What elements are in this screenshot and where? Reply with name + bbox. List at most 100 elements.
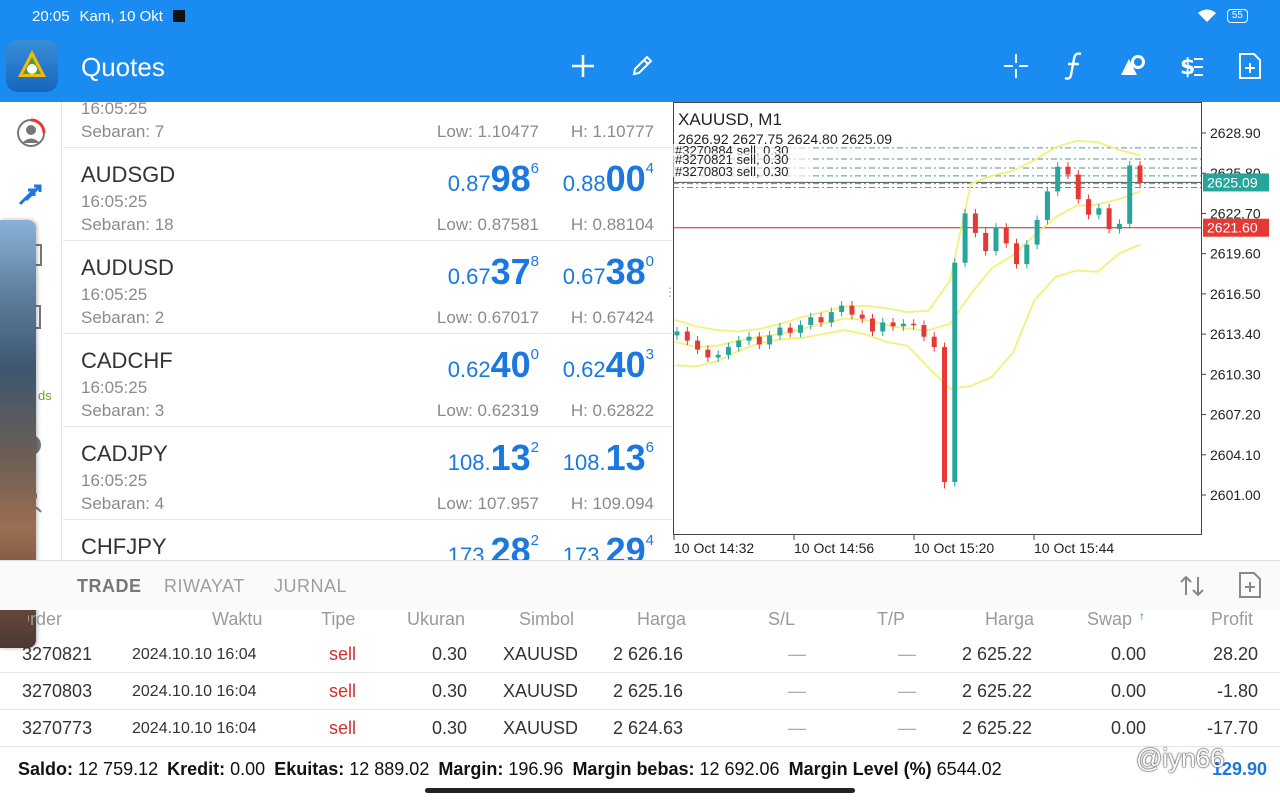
nav-account[interactable] [14,116,48,150]
margin-value: 196.96 [508,759,564,779]
candle-body [808,317,814,326]
ekuitas-label: Ekuitas: [274,759,345,779]
bid-price[interactable]: 108.132 [448,437,539,479]
add-symbol-button[interactable] [565,48,601,84]
col-time[interactable]: Waktu [212,609,262,630]
col-profit[interactable]: Profit [1211,609,1253,630]
free-margin-value: 12 692.06 [699,759,780,779]
bid-pip: 2 [530,532,539,549]
crosshair-icon [1004,54,1028,78]
candle-body [869,318,875,332]
quote-high: H: 0.88104 [570,215,654,234]
quote-row-audsgd[interactable]: AUDSGD 16:05:25 Sebaran: 18 0.87986 0.88004 L… [63,148,672,241]
tab-trade[interactable]: TRADE [77,576,142,597]
nav-quotes[interactable] [14,178,48,212]
tab-jurnal[interactable]: JURNAL [274,576,347,597]
watermark-text: @iyn66 [1136,743,1225,773]
quote-symbol: CADCHF [81,348,173,373]
candle-body [1065,166,1071,175]
bid-prefix: 108. [447,450,491,475]
bid-pip: 2 [530,439,539,456]
sort-icon[interactable] [1178,573,1206,599]
bid-big: 28 [490,530,531,560]
order-size: 0.30 [432,644,468,664]
col-sl[interactable]: S/L [768,609,795,630]
quote-high: H: 0.62822 [570,401,654,420]
function-icon [1064,52,1082,80]
candle-body [725,347,731,355]
open-time: 2024.10.10 16:04 [132,683,257,700]
col-symbol[interactable]: Simbol [519,609,574,630]
candle-body [921,325,927,337]
ask-price[interactable]: 108.136 [563,437,654,479]
shapes-icon [1121,55,1145,75]
status-date: Kam, 10 Okt [79,7,163,25]
quote-row-partial[interactable]: 16:05:25 Sebaran: 7 Low: 1.10477 H: 1.10… [63,102,672,148]
bid-price[interactable]: 0.87986 [448,158,539,200]
candle-body [900,323,906,327]
ask-price[interactable]: 173.294 [563,530,654,560]
objects-button[interactable] [1115,48,1151,84]
crosshair-button[interactable] [998,48,1034,84]
candle-body [705,349,711,358]
status-bar: 20:05 Kam, 10 Okt 55 [0,0,1280,32]
tab-riwayat[interactable]: RIWAYAT [164,576,245,597]
plus-icon [572,55,594,77]
bid-big: 13 [490,437,531,478]
stop-loss: — [788,644,806,664]
candle-body [797,325,803,333]
bid-price[interactable]: 173.282 [448,530,539,560]
col-current-price[interactable]: Harga [985,609,1034,630]
candle-body [859,314,865,319]
metatrader-logo[interactable] [6,40,58,92]
new-order-button[interactable] [1232,48,1268,84]
price-chart[interactable]: 2628.90 2625.80 2622.70 2619.60 2616.50 2613.… [673,102,1280,560]
trade-row[interactable]: 3270773 2024.10.10 16:04 sell 0.30 XAUUSD 2 6… [0,710,1280,747]
ask-price[interactable]: 0.62403 [563,344,654,386]
y-tick-label: 2628.90 [1210,125,1261,141]
quote-spread: Sebaran: 18 [81,215,174,234]
saldo-label: Saldo: [18,759,74,779]
bid-pip: 8 [530,253,539,270]
ask-price[interactable]: 0.88004 [563,158,654,200]
candle-body [1014,243,1020,265]
stop-loss: — [788,681,806,701]
add-order-icon[interactable] [1238,571,1262,599]
y-tick-label: 2601.00 [1210,487,1261,503]
quote-row-chfjpy[interactable]: CHFJPY 173.282 173.294 [63,520,672,560]
quote-low: Low: 0.87581 [436,215,539,234]
quote-high: H: 1.10777 [570,122,654,141]
bid-price[interactable]: 0.67378 [448,251,539,293]
kredit-value: 0.00 [230,759,266,779]
quote-row-cadchf[interactable]: CADCHF 16:05:25 Sebaran: 3 0.62400 0.62403 Lo… [63,334,672,427]
quote-spread: Sebaran: 3 [81,401,165,420]
edit-button[interactable] [624,48,660,84]
col-order[interactable]: Order [28,609,62,630]
y-tick-label: 2613.40 [1210,326,1261,342]
ask-price[interactable]: 0.67380 [563,251,654,293]
y-tick-label: 2610.30 [1210,366,1261,382]
col-tp[interactable]: T/P [877,609,905,630]
quote-low: Low: 1.10477 [436,122,539,141]
quote-row-audusd[interactable]: AUDUSD 16:05:25 Sebaran: 2 0.67378 0.67380 Lo… [63,241,672,334]
col-size[interactable]: Ukuran [407,609,465,630]
trade-row[interactable]: 3270803 2024.10.10 16:04 sell 0.30 XAUUSD 2 6… [0,673,1280,710]
col-swap[interactable]: Swap [1087,609,1132,630]
quote-time: 16:05:25 [81,192,148,211]
col-price[interactable]: Harga [637,609,686,630]
margin-label: Margin: [438,759,504,779]
col-type[interactable]: Tipe [321,609,355,630]
bid-price[interactable]: 0.62400 [448,344,539,386]
chart-canvas[interactable]: 2628.902625.802622.702619.602616.502613.… [673,102,1280,560]
quote-row-cadjpy[interactable]: CADJPY 16:05:25 Sebaran: 4 108.132 108.136 Lo… [63,427,672,520]
status-time: 20:05 [32,7,70,25]
notification-icon [172,10,185,22]
home-indicator[interactable] [425,788,855,793]
trade-row[interactable]: 3270821 2024.10.10 16:04 sell 0.30 XAUUSD 2 6… [0,636,1280,673]
quote-symbol: AUDUSD [81,255,174,280]
indicators-button[interactable] [1056,48,1092,84]
trade-button[interactable]: $ [1173,48,1209,84]
bid-big: 40 [490,344,531,385]
candle-body [1116,223,1122,230]
order-label: #3270803 sell, 0.30 [675,164,788,179]
